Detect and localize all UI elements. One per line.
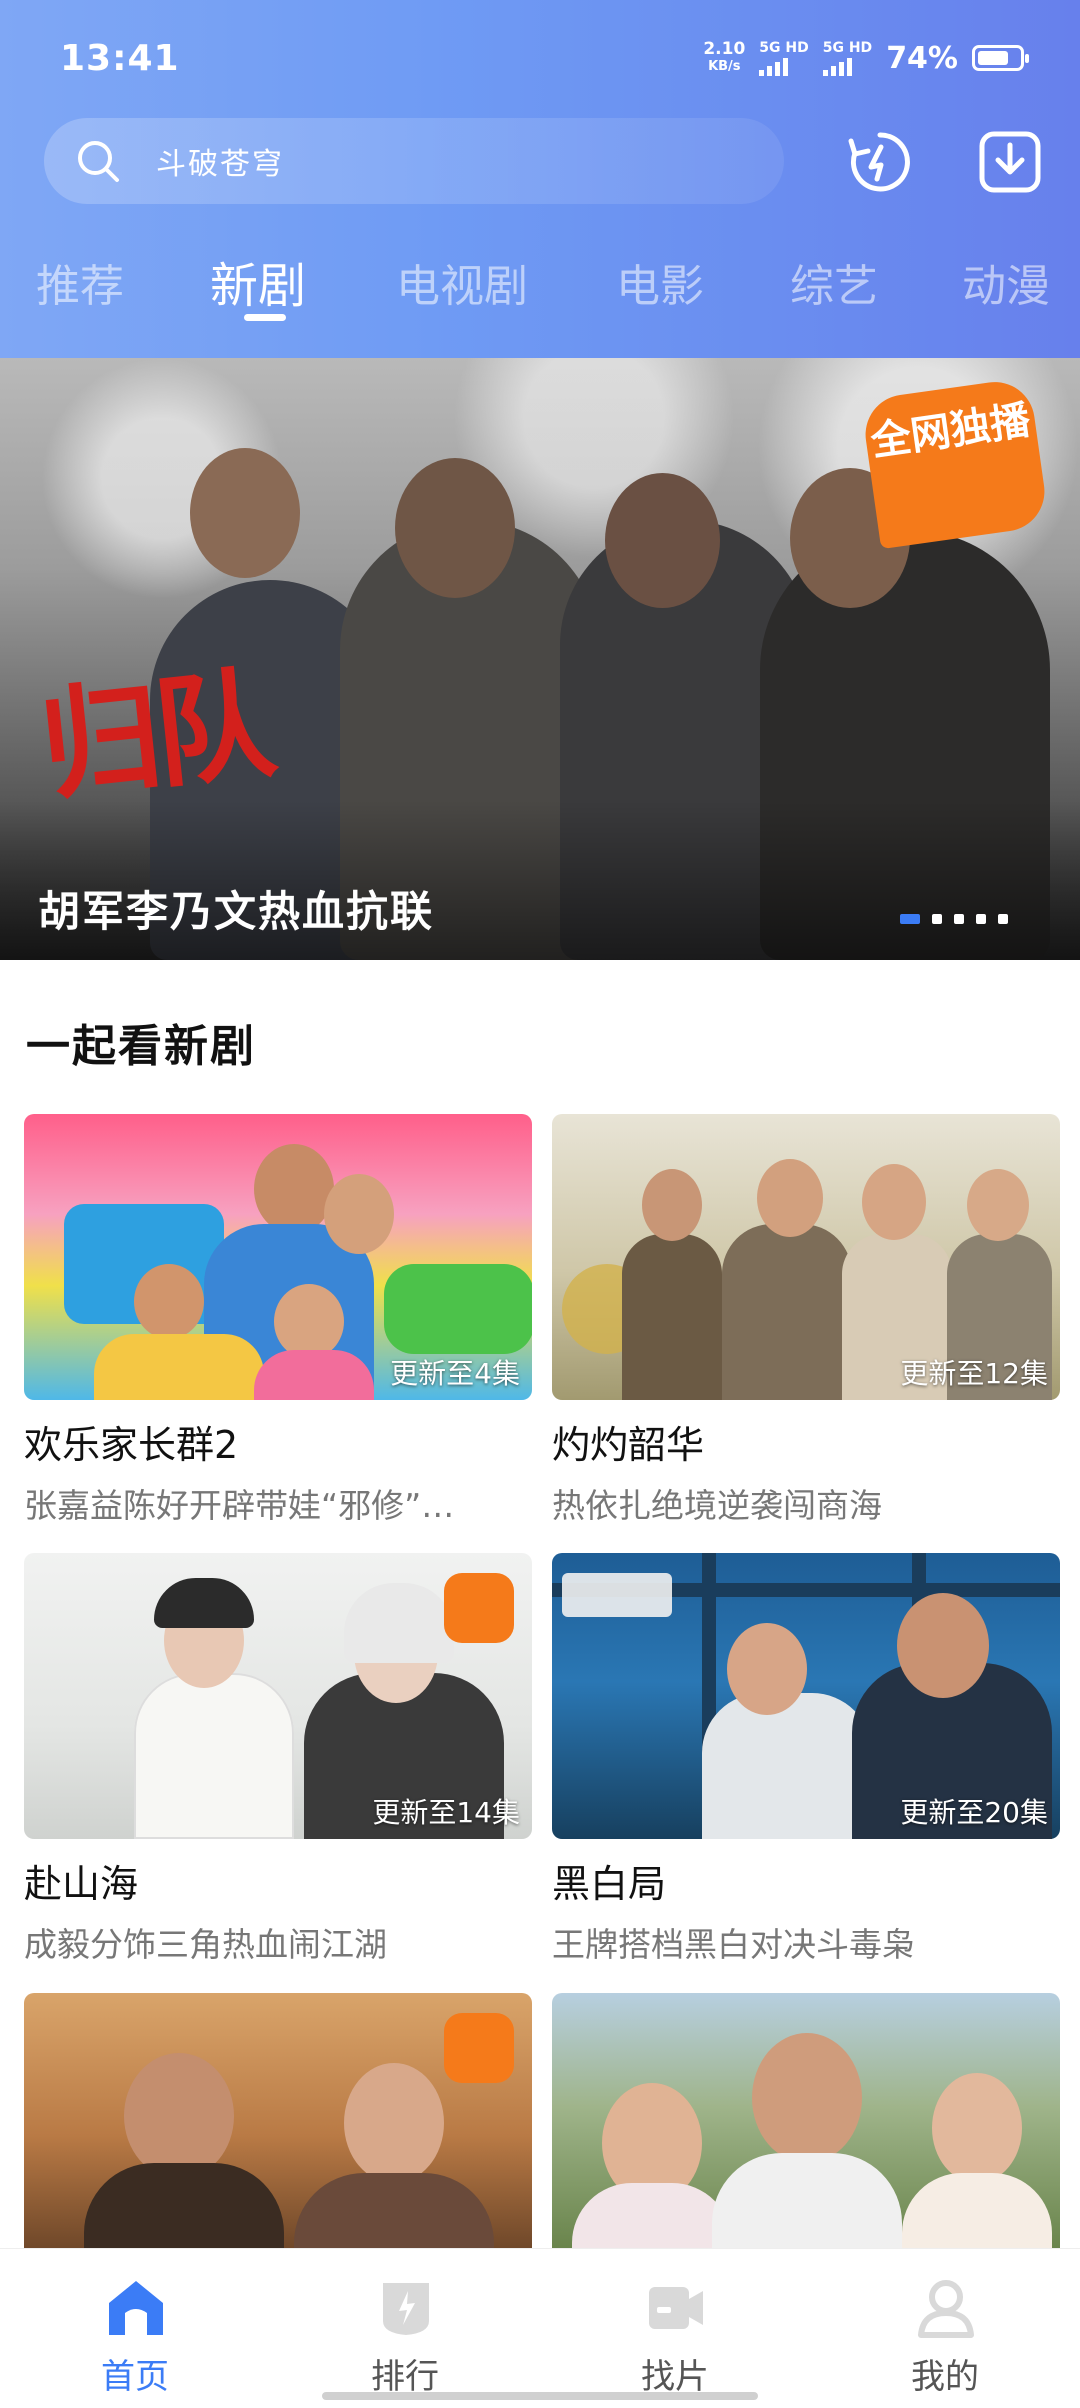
tab-tv-series[interactable]: 电视剧: [396, 250, 528, 314]
nav-discover-label: 找片: [641, 2357, 709, 2397]
battery-icon: [972, 45, 1029, 71]
pagination-dot: [976, 914, 986, 924]
banner-pagination: [900, 914, 1008, 924]
drama-description: 张嘉益陈好开辟带娃“邪修”…: [24, 1486, 455, 1525]
download-icon[interactable]: [974, 126, 1046, 198]
drama-thumbnail: 更新至20集: [552, 1553, 1060, 1839]
drama-card[interactable]: 更新至14集 赴山海 成毅分饰三角热血闹江湖: [24, 1553, 532, 1966]
nav-home[interactable]: 首页: [0, 2249, 270, 2408]
drama-description: 成毅分饰三角热血闹江湖: [24, 1925, 387, 1964]
history-icon[interactable]: [844, 126, 916, 198]
hero-banner[interactable]: 归队 全网独播 胡军李乃文热血抗联: [0, 358, 1080, 960]
search-icon: [70, 133, 126, 189]
drama-title: 灼灼韶华: [552, 1423, 705, 1467]
banner-title-art: 归队: [34, 653, 276, 818]
pagination-dot: [932, 914, 942, 924]
drama-card[interactable]: 更新至12集 灼灼韶华 热依扎绝境逆袭闯商海: [552, 1114, 1060, 1527]
pagination-dot: [900, 914, 920, 924]
network-speed: 2.10 KB/s: [703, 39, 746, 74]
episode-badge: 更新至20集: [900, 1796, 1048, 1829]
tab-new-drama[interactable]: 新剧: [210, 246, 306, 316]
ranking-icon: [375, 2277, 437, 2339]
category-tabs: 推荐 新剧 电视剧 电影 综艺 动漫: [0, 240, 1080, 340]
search-input[interactable]: 斗破苍穹: [44, 118, 784, 204]
pagination-dot: [998, 914, 1008, 924]
home-icon: [105, 2277, 167, 2339]
episode-badge: 更新至14集: [372, 1796, 520, 1829]
drama-description: 王牌搭档黑白对决斗毒枭: [552, 1925, 915, 1964]
battery-percent: 74%: [886, 40, 958, 76]
drama-thumbnail: [24, 1993, 532, 2279]
search-placeholder: 斗破苍穹: [156, 147, 284, 182]
video-icon: [645, 2277, 707, 2339]
nav-ranking-label: 排行: [371, 2357, 439, 2397]
pagination-dot: [954, 914, 964, 924]
drama-title: 赴山海: [24, 1862, 139, 1906]
exclusive-badge: 全网独播: [860, 376, 1050, 550]
signal-sim1-icon: 5G HD: [759, 41, 809, 76]
status-icons: 2.10 KB/s 5G HD 5G HD 74%: [703, 39, 1029, 76]
drama-card[interactable]: 更新至4集 欢乐家长群2 张嘉益陈好开辟带娃“邪修”…: [24, 1114, 532, 1527]
tab-variety[interactable]: 综艺: [790, 250, 878, 314]
nav-home-label: 首页: [101, 2357, 169, 2397]
episode-badge: 更新至4集: [390, 1357, 520, 1390]
tab-recommend[interactable]: 推荐: [36, 250, 124, 314]
gesture-bar: [322, 2392, 758, 2400]
drama-card[interactable]: 更新至20集 黑白局 王牌搭档黑白对决斗毒枭: [552, 1553, 1060, 1966]
drama-thumbnail: 更新至12集: [552, 1114, 1060, 1400]
active-tab-indicator: [244, 314, 286, 321]
signal-sim2-icon: 5G HD: [822, 41, 872, 76]
drama-description: 热依扎绝境逆袭闯商海: [552, 1486, 882, 1525]
drama-thumbnail: 更新至4集: [24, 1114, 532, 1400]
battery-fill: [978, 51, 1008, 65]
drama-title: 黑白局: [552, 1862, 667, 1906]
profile-icon: [915, 2277, 977, 2339]
section-title: 一起看新剧: [26, 1021, 256, 1072]
drama-card[interactable]: [24, 1993, 532, 2279]
drama-title: 欢乐家长群2: [24, 1423, 239, 1467]
header: 13:41 2.10 KB/s 5G HD 5G HD 74% 斗破苍穹 推荐 …: [0, 0, 1080, 358]
nav-profile[interactable]: 我的: [810, 2249, 1080, 2408]
drama-thumbnail: 更新至14集: [24, 1553, 532, 1839]
banner-caption: 胡军李乃文热血抗联: [38, 887, 435, 936]
tab-anime[interactable]: 动漫: [962, 250, 1050, 314]
status-time: 13:41: [60, 38, 180, 79]
tab-movie[interactable]: 电影: [616, 250, 704, 314]
nav-discover[interactable]: 找片: [540, 2249, 810, 2408]
nav-ranking[interactable]: 排行: [270, 2249, 540, 2408]
drama-card[interactable]: [552, 1993, 1060, 2279]
status-bar: 13:41 2.10 KB/s 5G HD 5G HD 74%: [0, 0, 1080, 120]
drama-thumbnail: [552, 1993, 1060, 2279]
bottom-navigation: 首页 排行 找片 我的: [0, 2248, 1080, 2408]
nav-profile-label: 我的: [911, 2357, 979, 2397]
episode-badge: 更新至12集: [900, 1357, 1048, 1390]
